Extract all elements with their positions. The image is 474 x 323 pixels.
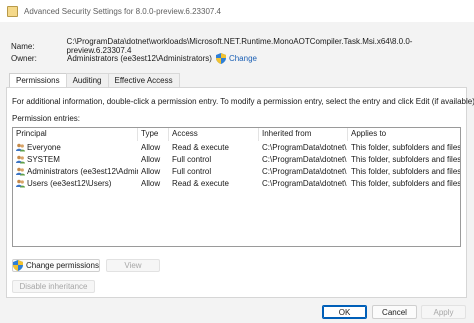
access-cell: Full control <box>172 166 212 176</box>
change-owner-link[interactable]: Change <box>215 53 257 64</box>
principal-cell: SYSTEM <box>13 155 138 164</box>
help-text: For additional information, double-click… <box>12 97 474 106</box>
access-cell: Read & execute <box>172 142 229 152</box>
column-header-applies-to[interactable]: Applies to <box>348 128 460 141</box>
column-header-type[interactable]: Type <box>138 128 169 141</box>
permission-entries-label: Permission entries: <box>12 114 81 123</box>
type-cell: Allow <box>141 154 161 164</box>
principal-cell: Users (ee3est12\Users) <box>13 179 138 188</box>
uac-shield-icon <box>215 53 226 64</box>
column-header-principal[interactable]: Principal <box>13 128 138 141</box>
disable-inheritance-button[interactable]: Disable inheritance <box>12 280 95 293</box>
view-button[interactable]: View <box>106 259 160 272</box>
permission-entries-list[interactable]: Principal Type Access Inherited from App… <box>12 127 461 247</box>
principal-name: Everyone <box>27 142 61 152</box>
type-cell: Allow <box>141 178 161 188</box>
access-cell: Read & execute <box>172 178 229 188</box>
principal-name: Administrators (ee3est12\Admini... <box>27 166 138 176</box>
permission-entry-row[interactable]: SYSTEM Allow Full control C:\ProgramData… <box>13 153 460 165</box>
inherited-from-cell: C:\ProgramData\dotnet\ <box>262 142 347 152</box>
owner-label: Owner: <box>11 54 37 63</box>
principal-name: Users (ee3est12\Users) <box>27 178 112 188</box>
users-icon <box>16 143 25 151</box>
owner-row: Owner: Administrators (ee3est12\Administ… <box>11 53 257 64</box>
uac-shield-icon <box>13 260 24 271</box>
users-icon <box>16 179 25 187</box>
title-bar: Advanced Security Settings for 8.0.0-pre… <box>0 0 474 22</box>
column-header-inherited-from[interactable]: Inherited from <box>259 128 348 141</box>
name-label: Name: <box>11 41 35 51</box>
principal-name: SYSTEM <box>27 154 60 164</box>
type-cell: Allow <box>141 142 161 152</box>
folder-icon <box>7 5 18 17</box>
list-header: Principal Type Access Inherited from App… <box>13 128 460 141</box>
principal-cell: Everyone <box>13 143 138 152</box>
principal-cell: Administrators (ee3est12\Admini... <box>13 167 138 176</box>
type-cell: Allow <box>141 166 161 176</box>
permission-entry-row[interactable]: Administrators (ee3est12\Admini... Allow… <box>13 165 460 177</box>
applies-to-cell: This folder, subfolders and files <box>351 142 460 152</box>
inherited-from-cell: C:\ProgramData\dotnet\ <box>262 166 347 176</box>
access-cell: Full control <box>172 154 212 164</box>
users-icon <box>16 155 25 163</box>
column-header-access[interactable]: Access <box>169 128 259 141</box>
permissions-panel: For additional information, double-click… <box>6 87 474 298</box>
applies-to-cell: This folder, subfolders and files <box>351 178 460 188</box>
users-icon <box>16 167 25 175</box>
tab-effective-access[interactable]: Effective Access <box>107 73 180 87</box>
change-permissions-button[interactable]: Change permissions <box>12 259 100 272</box>
applies-to-cell: This folder, subfolders and files <box>351 154 460 164</box>
cancel-button[interactable]: Cancel <box>372 305 417 319</box>
window-title: Advanced Security Settings for 8.0.0-pre… <box>24 6 222 16</box>
owner-value: Administrators (ee3est12\Administrators) <box>67 54 212 63</box>
permission-entry-row[interactable]: Users (ee3est12\Users) Allow Read & exec… <box>13 177 460 189</box>
applies-to-cell: This folder, subfolders and files <box>351 166 460 176</box>
change-permissions-label: Change permissions <box>26 261 99 270</box>
permission-entry-row[interactable]: Everyone Allow Read & execute C:\Program… <box>13 141 460 153</box>
ok-button[interactable]: OK <box>322 305 367 319</box>
tab-strip: Permissions Auditing Effective Access <box>9 73 180 88</box>
inherited-from-cell: C:\ProgramData\dotnet\ <box>262 178 347 188</box>
change-link-label: Change <box>228 54 257 63</box>
inherited-from-cell: C:\ProgramData\dotnet\ <box>262 154 347 164</box>
tab-auditing[interactable]: Auditing <box>65 73 109 87</box>
apply-button[interactable]: Apply <box>421 305 466 319</box>
tab-permissions[interactable]: Permissions <box>9 73 67 88</box>
